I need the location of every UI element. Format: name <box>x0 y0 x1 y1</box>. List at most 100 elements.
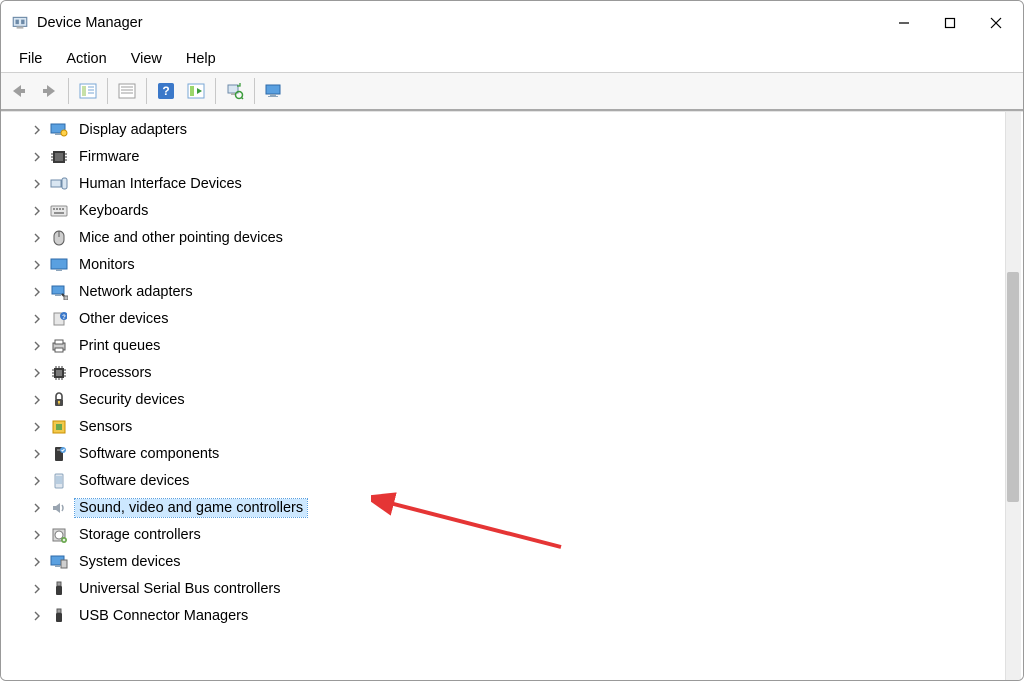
expand-chevron-icon[interactable] <box>29 284 45 300</box>
storage-icon <box>49 525 69 545</box>
titlebar: Device Manager <box>1 1 1023 45</box>
action-button[interactable] <box>182 77 210 105</box>
svg-text:?: ? <box>62 315 66 321</box>
other-device-icon: ? <box>49 309 69 329</box>
tree-item[interactable]: ? Other devices <box>29 305 1023 332</box>
menu-action[interactable]: Action <box>54 47 118 71</box>
svg-text:?: ? <box>162 84 169 98</box>
tree-item-label: Security devices <box>75 391 189 409</box>
add-device-button[interactable] <box>260 77 288 105</box>
toolbar-separator <box>146 78 147 104</box>
forward-button[interactable] <box>35 77 63 105</box>
device-manager-window: Device Manager File Action View Help ? <box>0 0 1024 681</box>
expand-chevron-icon[interactable] <box>29 419 45 435</box>
app-icon <box>11 14 29 32</box>
expand-chevron-icon[interactable] <box>29 122 45 138</box>
expand-chevron-icon[interactable] <box>29 608 45 624</box>
tree-item-label: Other devices <box>75 310 172 328</box>
hid-icon <box>49 174 69 194</box>
software-component-icon <box>49 444 69 464</box>
tree-item[interactable]: Firmware <box>29 143 1023 170</box>
tree-item[interactable]: Sensors <box>29 413 1023 440</box>
tree-item[interactable]: Sound, video and game controllers <box>29 494 1023 521</box>
tree-pane: Display adapters Firmware Human Interface … <box>1 111 1023 680</box>
system-icon <box>49 552 69 572</box>
tree-item-label: Processors <box>75 364 156 382</box>
expand-chevron-icon[interactable] <box>29 527 45 543</box>
tree-item[interactable]: Security devices <box>29 386 1023 413</box>
tree-item-label: Storage controllers <box>75 526 205 544</box>
expand-chevron-icon[interactable] <box>29 257 45 273</box>
tree-item[interactable]: Processors <box>29 359 1023 386</box>
keyboard-icon <box>49 201 69 221</box>
tree-item[interactable]: Network adapters <box>29 278 1023 305</box>
tree-item-label: Software devices <box>75 472 193 490</box>
display-adapter-icon <box>49 120 69 140</box>
toolbar-separator <box>254 78 255 104</box>
printer-icon <box>49 336 69 356</box>
menu-file[interactable]: File <box>7 47 54 71</box>
tree-item[interactable]: Software components <box>29 440 1023 467</box>
vertical-scrollbar[interactable] <box>1005 112 1021 680</box>
firmware-icon <box>49 147 69 167</box>
device-tree[interactable]: Display adapters Firmware Human Interface … <box>1 112 1023 680</box>
expand-chevron-icon[interactable] <box>29 446 45 462</box>
monitor-icon <box>49 255 69 275</box>
tree-item[interactable]: System devices <box>29 548 1023 575</box>
tree-item[interactable]: Display adapters <box>29 116 1023 143</box>
tree-item-label: USB Connector Managers <box>75 607 252 625</box>
sound-icon <box>49 498 69 518</box>
tree-item[interactable]: USB Connector Managers <box>29 602 1023 629</box>
expand-chevron-icon[interactable] <box>29 176 45 192</box>
scroll-thumb[interactable] <box>1007 272 1019 502</box>
tree-item[interactable]: Keyboards <box>29 197 1023 224</box>
expand-chevron-icon[interactable] <box>29 392 45 408</box>
toolbar-separator <box>215 78 216 104</box>
back-button[interactable] <box>5 77 33 105</box>
expand-chevron-icon[interactable] <box>29 581 45 597</box>
tree-item-label: Universal Serial Bus controllers <box>75 580 284 598</box>
help-button[interactable]: ? <box>152 77 180 105</box>
software-device-icon <box>49 471 69 491</box>
processor-icon <box>49 363 69 383</box>
tree-item[interactable]: Storage controllers <box>29 521 1023 548</box>
expand-chevron-icon[interactable] <box>29 500 45 516</box>
sensor-icon <box>49 417 69 437</box>
tree-item-label: Human Interface Devices <box>75 175 246 193</box>
toolbar-separator <box>107 78 108 104</box>
expand-chevron-icon[interactable] <box>29 554 45 570</box>
tree-item-label: Network adapters <box>75 283 197 301</box>
tree-item[interactable]: Monitors <box>29 251 1023 278</box>
window-title: Device Manager <box>37 15 881 31</box>
tree-item-label: Monitors <box>75 256 139 274</box>
security-icon <box>49 390 69 410</box>
tree-item-label: Keyboards <box>75 202 152 220</box>
expand-chevron-icon[interactable] <box>29 203 45 219</box>
expand-chevron-icon[interactable] <box>29 230 45 246</box>
tree-item-label: System devices <box>75 553 185 571</box>
network-icon <box>49 282 69 302</box>
scan-hardware-button[interactable] <box>221 77 249 105</box>
menu-view[interactable]: View <box>119 47 174 71</box>
tree-item[interactable]: Software devices <box>29 467 1023 494</box>
tree-item[interactable]: Universal Serial Bus controllers <box>29 575 1023 602</box>
show-hide-tree-button[interactable] <box>74 77 102 105</box>
properties-button[interactable] <box>113 77 141 105</box>
tree-item[interactable]: Human Interface Devices <box>29 170 1023 197</box>
expand-chevron-icon[interactable] <box>29 365 45 381</box>
minimize-button[interactable] <box>881 7 927 39</box>
menu-help[interactable]: Help <box>174 47 228 71</box>
mouse-icon <box>49 228 69 248</box>
menubar: File Action View Help <box>1 45 1023 73</box>
expand-chevron-icon[interactable] <box>29 338 45 354</box>
expand-chevron-icon[interactable] <box>29 149 45 165</box>
maximize-button[interactable] <box>927 7 973 39</box>
toolbar: ? <box>1 73 1023 111</box>
tree-item[interactable]: Print queues <box>29 332 1023 359</box>
usb-connector-icon <box>49 606 69 626</box>
expand-chevron-icon[interactable] <box>29 311 45 327</box>
tree-item[interactable]: Mice and other pointing devices <box>29 224 1023 251</box>
close-button[interactable] <box>973 7 1019 39</box>
tree-item-label: Display adapters <box>75 121 191 139</box>
expand-chevron-icon[interactable] <box>29 473 45 489</box>
